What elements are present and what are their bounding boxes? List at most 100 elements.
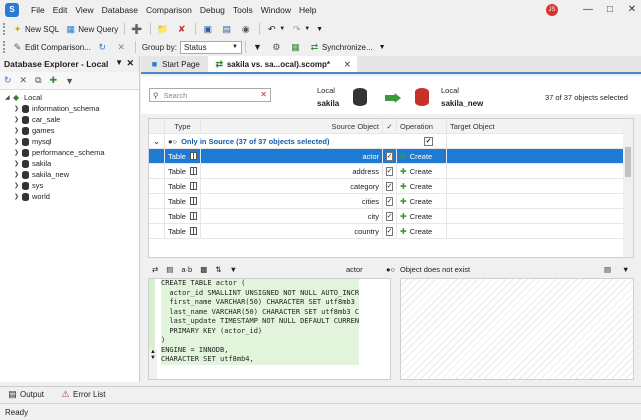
chevron-right-icon[interactable]: ❯ (14, 182, 22, 189)
close-panel-icon[interactable]: ✕ (126, 58, 134, 69)
menu-database[interactable]: Database (98, 5, 142, 15)
save-button[interactable]: ▣ (199, 21, 218, 37)
tree-item-database[interactable]: ❯ sakila_new (0, 169, 139, 180)
undo-button[interactable]: ↶ ▼ (263, 21, 288, 37)
checkbox[interactable]: ✓ (385, 226, 394, 236)
menu-view[interactable]: View (71, 5, 97, 15)
chevron-right-icon[interactable]: ❯ (14, 138, 22, 145)
row-check[interactable]: ✓ (383, 224, 397, 238)
menu-window[interactable]: Window (257, 5, 295, 15)
row-check[interactable]: ✓ (383, 179, 397, 193)
toolbar-overflow-button[interactable]: ▼ (376, 39, 389, 55)
grid-scrollbar[interactable] (623, 119, 633, 257)
tab-comparison[interactable]: ⇄ sakila vs. sa...ocal).scomp* ✕ (207, 56, 357, 72)
table-row[interactable]: Table address ✓ ✚ Create (149, 164, 633, 179)
menu-comparison[interactable]: Comparison (142, 5, 196, 15)
view-icon[interactable]: ▤ (166, 265, 173, 274)
tree-item-database[interactable]: ❯ car_sale (0, 114, 139, 125)
compare-direction-arrow-icon[interactable] (385, 93, 401, 103)
checkbox[interactable]: ✓ (385, 151, 394, 161)
header-target-object[interactable]: Target Object (447, 119, 625, 133)
row-operation[interactable]: ✚ Create (397, 179, 447, 193)
chevron-right-icon[interactable]: ❯ (14, 160, 22, 167)
row-operation[interactable]: ✚ Create (397, 224, 447, 238)
toolbar-grip[interactable] (3, 23, 6, 35)
group-by-select[interactable]: Status ▼ (179, 40, 242, 54)
clear-button[interactable]: ✘ (173, 21, 192, 37)
menu-edit[interactable]: Edit (49, 5, 72, 15)
new-query-button[interactable]: ▦ New Query (62, 21, 121, 37)
disconnect-icon[interactable]: ✕ (20, 75, 28, 86)
table-row[interactable]: Table actor ✓ ✚ Create (149, 149, 633, 164)
tree-item-database[interactable]: ❯ sys (0, 180, 139, 191)
chevron-right-icon[interactable]: ❯ (14, 127, 22, 134)
synchronize-button[interactable]: ⇄ Synchronize... (306, 39, 376, 55)
table-row[interactable]: Table country ✓ ✚ Create (149, 224, 633, 239)
scrollbar-thumb[interactable] (625, 147, 631, 177)
header-source-object[interactable]: Source Object (201, 119, 383, 133)
new-connection-icon[interactable]: ✚ (50, 75, 58, 86)
more-icon[interactable]: ▼ (622, 265, 629, 274)
row-check[interactable]: ✓ (383, 164, 397, 178)
chevron-right-icon[interactable]: ❯ (14, 171, 22, 178)
source-code-pane[interactable]: CREATE TABLE actor ( actor_id SMALLINT U… (148, 278, 391, 380)
menu-help[interactable]: Help (295, 5, 320, 15)
tree-item-database[interactable]: ❯ games (0, 125, 139, 136)
header-type[interactable]: Type (165, 119, 201, 133)
case-icon[interactable]: a·b (181, 265, 192, 274)
row-check[interactable]: ✓ (383, 149, 397, 163)
db-button[interactable]: ◉ (237, 21, 256, 37)
search-input[interactable]: ⚲ Search ✕ (149, 88, 271, 102)
redo-button[interactable]: ↷ ▼ (288, 21, 313, 37)
chevron-down-icon[interactable]: ◢ (5, 94, 13, 101)
sort-icon[interactable]: ⇅ (215, 265, 221, 274)
chevron-down-icon[interactable]: ⌄ (149, 134, 165, 148)
header-operation[interactable]: Operation (397, 119, 447, 133)
open-button[interactable]: 📁 (154, 21, 173, 37)
tab-start-page[interactable]: ■ Start Page (143, 56, 206, 72)
filter-button[interactable]: ▼ (249, 39, 268, 55)
row-check[interactable]: ✓ (383, 194, 397, 208)
refresh-icon[interactable]: ↻ (4, 75, 12, 86)
group-row[interactable]: ⌄ ●○ Only in Source (37 of 37 objects se… (149, 134, 633, 149)
checkbox[interactable]: ✓ (385, 181, 394, 191)
row-operation[interactable]: ✚ Create (397, 194, 447, 208)
filter-icon[interactable]: ▼ (65, 76, 74, 86)
checkbox[interactable]: ✓ (424, 136, 433, 146)
group-check[interactable]: ✓ (411, 134, 447, 148)
menu-file[interactable]: File (27, 5, 49, 15)
tab-output[interactable]: ▤ Output (4, 387, 47, 403)
tab-error-list[interactable]: ⚠ Error List (57, 387, 108, 403)
chevron-right-icon[interactable]: ❯ (14, 116, 22, 123)
tree-item-database[interactable]: ❯ information_schema (0, 103, 139, 114)
stop-button[interactable]: ✕ (113, 39, 132, 55)
row-operation[interactable]: ✚ Create (397, 149, 447, 163)
row-operation[interactable]: ✚ Create (397, 209, 447, 223)
tree-root-local[interactable]: ◢ ◆ Local (0, 92, 139, 103)
pin-icon[interactable]: ▼ (115, 58, 123, 67)
options-button[interactable]: ⚙ (268, 39, 287, 55)
close-window-button[interactable]: ✕ (617, 0, 641, 20)
export-icon[interactable]: ▩ (200, 265, 207, 274)
checkbox[interactable]: ✓ (385, 196, 394, 206)
row-operation[interactable]: ✚ Create (397, 164, 447, 178)
report-button[interactable]: ▦ (287, 39, 306, 55)
table-row[interactable]: Table category ✓ ✚ Create (149, 179, 633, 194)
header-check[interactable]: ✓ (383, 119, 397, 133)
nav-down-icon[interactable]: ▼ (149, 355, 157, 361)
sync-scroll-icon[interactable]: ⇄ (152, 265, 158, 274)
toolbar-overflow-button[interactable]: ▼ (313, 21, 326, 37)
new-sql-button[interactable]: ✦ New SQL (9, 21, 62, 37)
checkbox[interactable]: ✓ (385, 166, 394, 176)
chevron-right-icon[interactable]: ❯ (14, 149, 22, 156)
toolbar-grip[interactable] (3, 41, 6, 53)
tree-item-database[interactable]: ❯ world (0, 191, 139, 202)
tree-item-database[interactable]: ❯ sakila (0, 158, 139, 169)
layout-icon[interactable]: ▤ (604, 265, 611, 274)
copy-icon[interactable]: ⧉ (35, 75, 41, 86)
new-item-button[interactable]: ➕ (128, 21, 147, 37)
menu-tools[interactable]: Tools (229, 5, 257, 15)
refresh-button[interactable]: ↻ (94, 39, 113, 55)
chevron-right-icon[interactable]: ❯ (14, 105, 22, 112)
user-avatar[interactable]: JS (546, 4, 558, 16)
